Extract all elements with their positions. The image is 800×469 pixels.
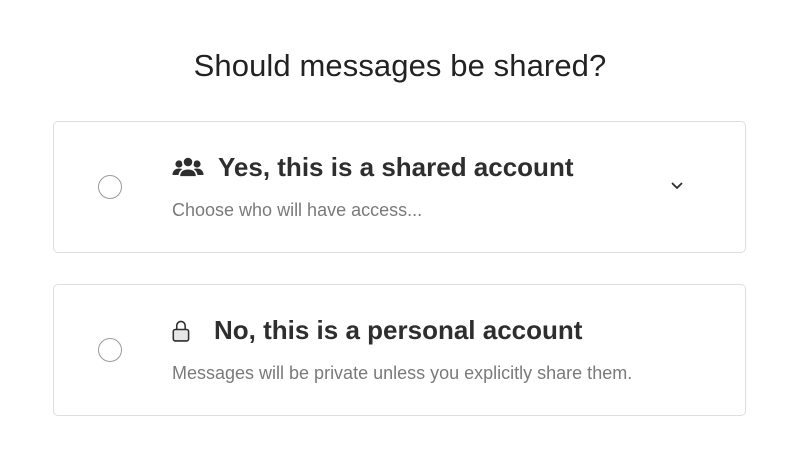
personal-account-radio[interactable]	[98, 338, 122, 362]
shared-account-radio[interactable]	[98, 175, 122, 199]
group-icon	[172, 155, 204, 178]
chevron-down-icon[interactable]	[669, 178, 685, 194]
option-personal-account[interactable]: No, this is a personal account Messages …	[53, 284, 746, 416]
option-shared-account[interactable]: Yes, this is a shared account Choose who…	[53, 121, 746, 253]
shared-account-title: Yes, this is a shared account	[218, 152, 574, 182]
lock-icon	[172, 320, 190, 342]
page-title: Should messages be shared?	[193, 48, 607, 83]
personal-account-title-row: No, this is a personal account	[171, 315, 582, 346]
personal-account-description: Messages will be private unless you expl…	[172, 363, 633, 383]
personal-account-title: No, this is a personal account	[214, 315, 583, 345]
shared-account-description: Choose who will have access...	[172, 200, 423, 220]
shared-account-title-row: Yes, this is a shared account	[171, 152, 573, 183]
